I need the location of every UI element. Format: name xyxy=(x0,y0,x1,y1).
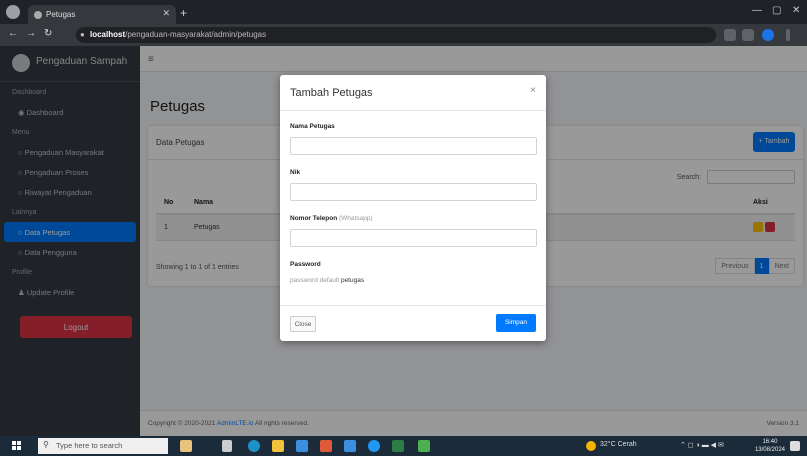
telepon-label: Nomor Telepon (Whatsapp) xyxy=(290,215,373,222)
minimize-icon[interactable]: — xyxy=(752,5,762,16)
browser-profile-icon[interactable] xyxy=(6,5,20,19)
back-icon[interactable]: ← xyxy=(8,28,18,39)
window-close-icon[interactable]: ✕ xyxy=(792,5,800,16)
task-view-icon[interactable] xyxy=(222,440,232,452)
profile-avatar-icon[interactable] xyxy=(762,29,774,41)
nama-label: Nama Petugas xyxy=(290,123,335,130)
weather-text[interactable]: 32°C Cerah xyxy=(600,441,637,448)
browser-address-bar: ← → ↻ ● localhost/pengaduan-masyarakat/a… xyxy=(0,24,807,46)
password-note: password default petugas xyxy=(290,277,364,284)
telepon-input[interactable] xyxy=(290,229,537,247)
save-button[interactable]: Simpan xyxy=(496,314,536,332)
system-tray-icons[interactable]: ⌃ ◻ ◑ ▬ ◀ ✉ xyxy=(680,441,724,449)
forward-icon[interactable]: → xyxy=(26,28,36,39)
maximize-icon[interactable]: ▢ xyxy=(772,5,781,16)
clock[interactable]: 16:40 13/08/2024 xyxy=(755,438,785,454)
close-button[interactable]: Close xyxy=(290,316,316,332)
nik-label: Nik xyxy=(290,169,301,176)
file-explorer-icon[interactable] xyxy=(272,440,284,452)
taskbar-search-input[interactable]: ⚲ Type here to search xyxy=(38,438,168,454)
taskbar-search-placeholder: Type here to search xyxy=(56,441,123,450)
password-label: Password xyxy=(290,261,321,268)
clock-time: 16:40 xyxy=(762,439,778,445)
windows-start-icon[interactable] xyxy=(12,441,22,451)
telepon-hint: (Whatsapp) xyxy=(339,215,373,222)
chrome-icon[interactable] xyxy=(368,440,380,452)
browser-tab[interactable]: Petugas ✕ xyxy=(28,5,176,24)
tab-favicon-icon xyxy=(34,11,42,19)
tab-title: Petugas xyxy=(46,10,76,19)
taskbar-app-icon[interactable] xyxy=(180,440,192,452)
notification-icon[interactable] xyxy=(790,441,800,451)
weather-icon[interactable] xyxy=(586,441,596,451)
url-path: /pengaduan-masyarakat/admin/petugas xyxy=(125,30,267,39)
new-tab-icon[interactable]: + xyxy=(180,6,187,20)
lock-icon: ● xyxy=(80,30,85,39)
nik-input[interactable] xyxy=(290,183,537,201)
password-default-value: petugas xyxy=(340,277,365,284)
url-input[interactable]: ● localhost/pengaduan-masyarakat/admin/p… xyxy=(76,27,716,43)
search-icon: ⚲ xyxy=(43,440,49,449)
browser-menu-icon[interactable] xyxy=(786,29,790,41)
edge-icon[interactable] xyxy=(248,440,260,452)
modal-header: Tambah Petugas × xyxy=(280,75,546,111)
clock-date: 13/08/2024 xyxy=(754,447,785,453)
close-icon[interactable]: × xyxy=(530,85,536,96)
telepon-label-text: Nomor Telepon xyxy=(290,215,338,222)
extension-puzzle-icon[interactable] xyxy=(742,29,754,41)
password-note-text: password default xyxy=(290,277,340,284)
vscode-icon[interactable] xyxy=(392,440,404,452)
url-host: localhost xyxy=(90,30,126,39)
reload-icon[interactable]: ↻ xyxy=(44,28,52,39)
modal-footer: Close Simpan xyxy=(280,305,546,341)
extension-icon[interactable] xyxy=(724,29,736,41)
app-icon-red[interactable] xyxy=(320,440,332,452)
tambah-petugas-modal: Tambah Petugas × Nama Petugas Nik Nomor … xyxy=(280,75,546,341)
nama-input[interactable] xyxy=(290,137,537,155)
tab-close-icon[interactable]: ✕ xyxy=(162,8,170,19)
modal-title: Tambah Petugas xyxy=(290,87,373,99)
app-icon-green[interactable] xyxy=(418,440,430,452)
app-icon-blue[interactable] xyxy=(344,440,356,452)
taskbar: ⚲ Type here to search 32°C Cerah ⌃ ◻ ◑ ▬… xyxy=(0,436,807,456)
store-icon[interactable] xyxy=(296,440,308,452)
browser-tab-bar: Petugas ✕ + — ▢ ✕ xyxy=(0,0,807,24)
